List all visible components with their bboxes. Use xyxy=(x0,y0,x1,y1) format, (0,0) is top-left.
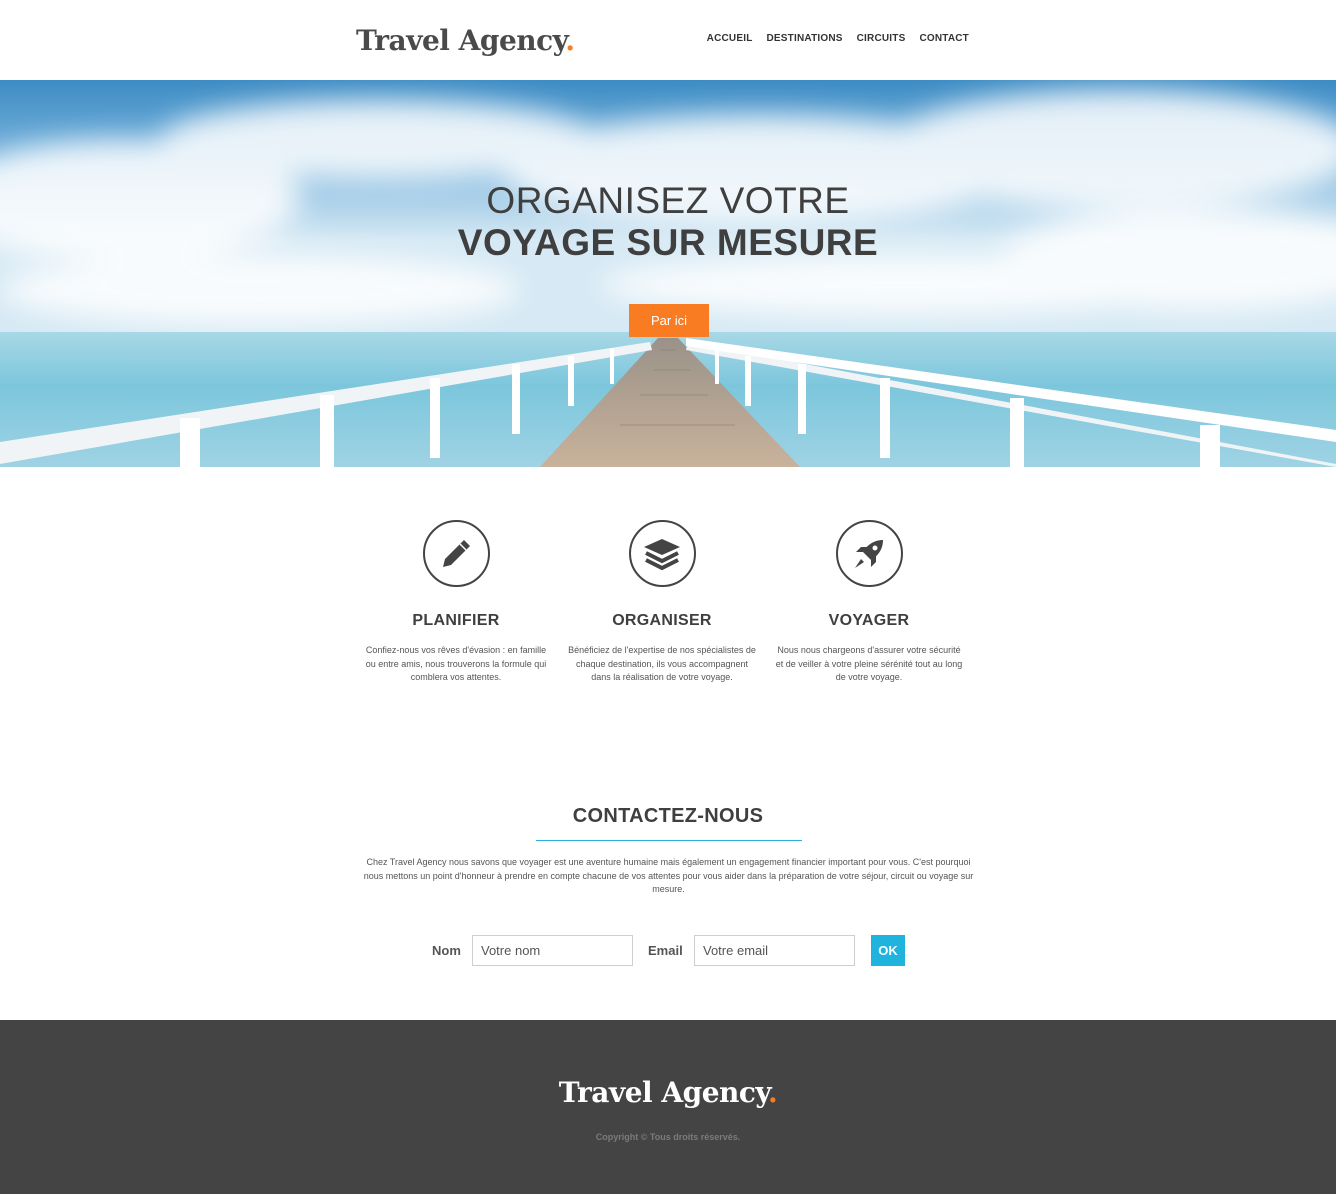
feature-planifier: PLANIFIER Confiez-nous vos rêves d'évasi… xyxy=(358,520,554,685)
feature-voyager: VOYAGER Nous nous chargeons d'assurer vo… xyxy=(771,520,967,685)
email-label: Email xyxy=(648,943,683,958)
site-footer: Travel Agency. Copyright © Tous droits r… xyxy=(0,1020,1336,1194)
contact-description: Chez Travel Agency nous savons que voyag… xyxy=(363,857,974,894)
feature-organiser: ORGANISER Bénéficiez de l'expertise de n… xyxy=(564,520,760,685)
contact-title: CONTACTEZ-NOUS xyxy=(572,805,764,827)
name-input[interactable] xyxy=(472,935,633,966)
ok-button[interactable]: OK xyxy=(871,935,905,966)
nav-contact[interactable]: CONTACT xyxy=(919,33,969,44)
hero-title-line2: VOYAGE SUR MESURE xyxy=(457,222,879,263)
footer-logo[interactable]: Travel Agency. xyxy=(0,1076,1336,1109)
feature-text: Nous nous chargeons d'assurer votre sécu… xyxy=(775,645,963,682)
main-nav: ACCUEIL DESTINATIONS CIRCUITS CONTACT xyxy=(707,33,969,44)
footer-logo-dot: . xyxy=(768,1076,778,1109)
email-input[interactable] xyxy=(694,935,855,966)
par-ici-button[interactable]: Par ici xyxy=(629,304,709,337)
feature-title: ORGANISER xyxy=(612,612,712,629)
feature-text: Bénéficiez de l'expertise de nos spécial… xyxy=(568,645,756,682)
nav-accueil[interactable]: ACCUEIL xyxy=(707,33,753,44)
rocket-icon xyxy=(835,520,903,587)
name-label: Nom xyxy=(432,943,461,958)
logo-text: Travel Agency xyxy=(356,24,566,57)
layers-icon xyxy=(628,520,696,587)
logo-dot: . xyxy=(565,24,575,57)
site-logo[interactable]: Travel Agency. xyxy=(356,24,575,57)
nav-circuits[interactable]: CIRCUITS xyxy=(857,33,906,44)
hero-pier-image xyxy=(0,80,1336,467)
nav-destinations[interactable]: DESTINATIONS xyxy=(767,33,843,44)
pen-icon xyxy=(422,520,490,587)
footer-logo-text: Travel Agency xyxy=(558,1076,769,1109)
contact-divider xyxy=(536,840,802,841)
copyright-text: Copyright © Tous droits réservés. xyxy=(595,1132,741,1142)
site-header: Travel Agency. ACCUEIL DESTINATIONS CIRC… xyxy=(0,0,1336,80)
feature-text: Confiez-nous vos rêves d'évasion : en fa… xyxy=(365,645,547,682)
hero-banner: ORGANISEZ VOTRE VOYAGE SUR MESURE Par ic… xyxy=(0,80,1336,467)
feature-title: VOYAGER xyxy=(828,612,910,629)
hero-title-line1: ORGANISEZ VOTRE xyxy=(486,180,850,221)
feature-title: PLANIFIER xyxy=(412,612,500,629)
